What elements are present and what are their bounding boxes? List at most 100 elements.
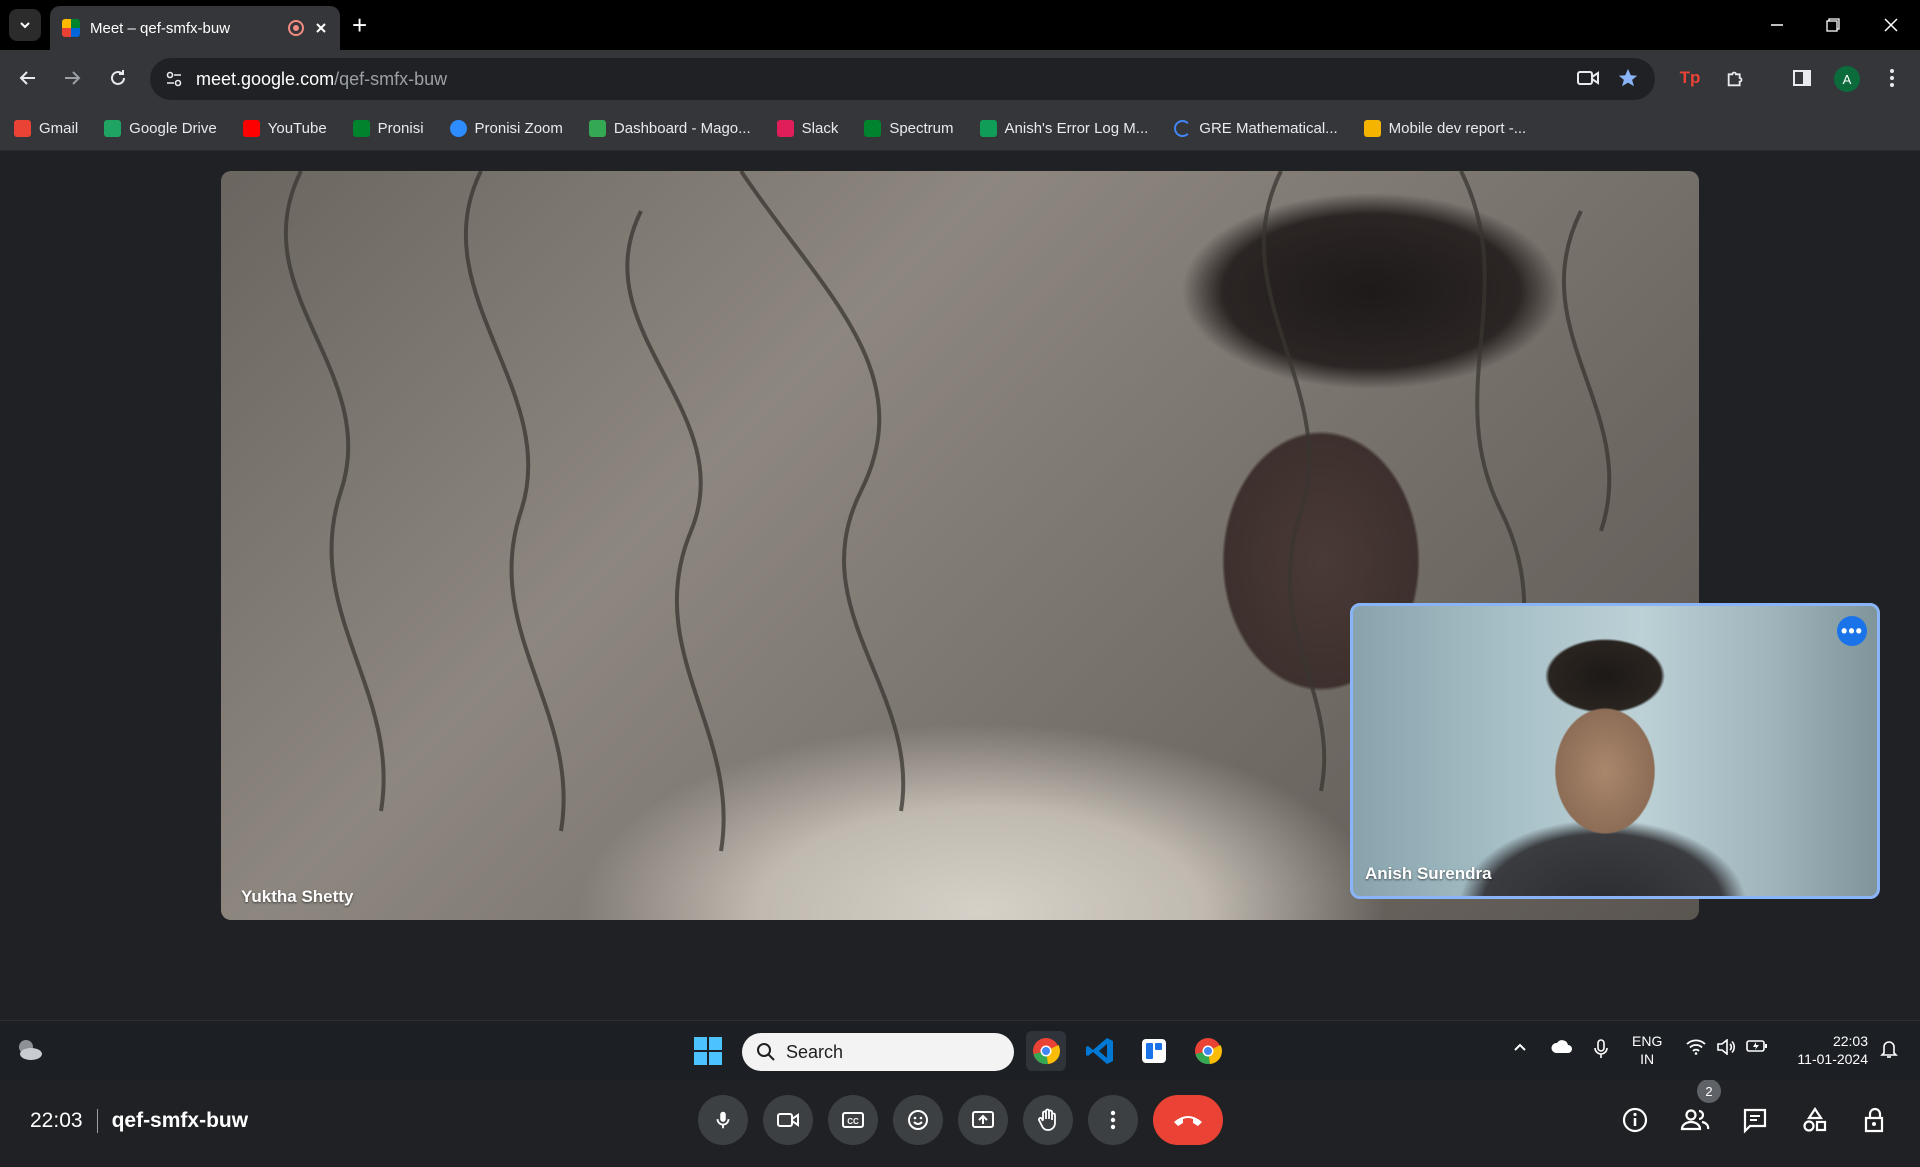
extension-tp-button[interactable]: Tp xyxy=(1676,64,1704,92)
meet-favicon-icon xyxy=(62,19,80,37)
taskbar-search[interactable]: Search xyxy=(742,1033,1014,1071)
weather-widget[interactable] xyxy=(14,1037,44,1063)
bookmark-label: Slack xyxy=(801,120,839,137)
main-participant-name: Yuktha Shetty xyxy=(241,887,354,906)
closed-captions-icon: CC xyxy=(842,1112,864,1128)
chevron-up-icon xyxy=(1514,1043,1526,1051)
reactions-button[interactable] xyxy=(893,1095,943,1145)
reload-icon xyxy=(111,70,125,85)
notifications-button[interactable] xyxy=(1880,1039,1898,1059)
slack-icon xyxy=(776,120,794,137)
bookmark-label: Google Drive xyxy=(129,120,217,137)
tab-title: Meet – qef-smfx-buw xyxy=(90,19,231,37)
input-language[interactable]: ENG IN xyxy=(1632,1032,1662,1068)
google-drive-icon xyxy=(104,120,122,137)
speaker-icon xyxy=(1717,1039,1735,1055)
present-screen-icon xyxy=(972,1111,994,1128)
chrome-icon xyxy=(1195,1038,1222,1065)
bookmark-youtube[interactable]: YouTube xyxy=(242,120,327,137)
close-window-button[interactable] xyxy=(1876,10,1906,40)
present-screen-button[interactable] xyxy=(958,1095,1008,1145)
microphone-icon xyxy=(716,1111,730,1129)
chat-button[interactable] xyxy=(1736,1101,1774,1139)
bookmark-error-log[interactable]: Anish's Error Log M... xyxy=(979,120,1148,137)
raise-hand-button[interactable] xyxy=(1023,1095,1073,1145)
minimize-icon xyxy=(1771,24,1783,26)
bookmark-dashboard[interactable]: Dashboard - Mago... xyxy=(588,120,751,137)
meeting-code: qef-smfx-buw xyxy=(111,1109,249,1132)
microphone-button[interactable] xyxy=(698,1095,748,1145)
host-controls-button[interactable] xyxy=(1856,1101,1894,1139)
tab-search-button[interactable] xyxy=(9,9,41,41)
meet-icon xyxy=(864,120,882,137)
vscode-icon xyxy=(1086,1038,1113,1064)
activities-button[interactable] xyxy=(1796,1101,1834,1139)
more-options-button[interactable] xyxy=(1088,1095,1138,1145)
leave-call-button[interactable] xyxy=(1153,1095,1223,1145)
bookmark-slack[interactable]: Slack xyxy=(776,120,839,137)
volume-button[interactable] xyxy=(1716,1039,1736,1055)
video-camera-icon xyxy=(1577,71,1599,85)
taskbar-vscode[interactable] xyxy=(1080,1031,1120,1071)
bookmark-label: Gmail xyxy=(39,120,79,137)
arrow-left-icon xyxy=(19,71,35,85)
bookmark-google-drive[interactable]: Google Drive xyxy=(104,120,217,137)
bookmark-spectrum[interactable]: Spectrum xyxy=(864,120,954,137)
taskbar-chrome-active[interactable] xyxy=(1026,1031,1066,1071)
dashboard-icon xyxy=(588,120,606,137)
hand-icon xyxy=(1038,1108,1056,1131)
slides-icon xyxy=(1363,120,1381,137)
active-tab[interactable]: Meet – qef-smfx-buw xyxy=(50,6,340,50)
close-tab-icon[interactable] xyxy=(314,21,328,35)
side-panel-button[interactable] xyxy=(1788,64,1816,92)
address-bar[interactable]: meet.google.com/qef-smfx-buw xyxy=(150,58,1655,100)
forward-button[interactable] xyxy=(58,64,86,92)
start-button[interactable] xyxy=(688,1031,728,1071)
meeting-time: 22:03 xyxy=(30,1109,83,1132)
back-button[interactable] xyxy=(14,64,42,92)
chrome-menu-button[interactable] xyxy=(1878,64,1906,92)
bookmark-mobile-dev-report[interactable]: Mobile dev report -... xyxy=(1363,120,1526,137)
site-info-icon[interactable] xyxy=(164,69,184,89)
kebab-menu-icon xyxy=(1890,69,1894,87)
self-view-tile[interactable]: ••• Anish Surendra xyxy=(1350,603,1880,899)
bookmark-pronisi[interactable]: Pronisi xyxy=(352,120,424,137)
clock[interactable]: 22:03 11-01-2024 xyxy=(1784,1032,1868,1068)
self-participant-name: Anish Surendra xyxy=(1365,864,1492,883)
battery-button[interactable] xyxy=(1746,1039,1768,1053)
network-button[interactable] xyxy=(1686,1039,1706,1055)
camera-button[interactable] xyxy=(763,1095,813,1145)
captions-button[interactable]: CC xyxy=(828,1095,878,1145)
close-icon xyxy=(1884,18,1898,32)
bookmark-gmail[interactable]: Gmail xyxy=(14,120,78,137)
app-tiles-icon xyxy=(1142,1039,1166,1063)
video-camera-icon xyxy=(777,1113,799,1127)
extensions-button[interactable] xyxy=(1722,64,1750,92)
show-hidden-icons-button[interactable] xyxy=(1512,1039,1528,1055)
sheets-icon xyxy=(979,120,997,137)
tile-more-options-button[interactable]: ••• xyxy=(1837,616,1867,646)
windows-logo-icon xyxy=(694,1037,722,1065)
side-panel-icon xyxy=(1793,70,1811,86)
url-host: meet.google.com xyxy=(196,68,335,89)
minimize-button[interactable] xyxy=(1762,10,1792,40)
meeting-details-button[interactable] xyxy=(1616,1101,1654,1139)
microphone-tray-button[interactable] xyxy=(1592,1039,1610,1059)
bookmark-gre[interactable]: GRE Mathematical... xyxy=(1174,120,1338,137)
camera-in-use-button[interactable] xyxy=(1574,64,1602,92)
taskbar-app-tiles[interactable] xyxy=(1134,1031,1174,1071)
bookmark-star-button[interactable] xyxy=(1614,64,1642,92)
youtube-icon xyxy=(242,120,260,137)
taskbar-chrome-profile[interactable] xyxy=(1188,1031,1228,1071)
chevron-down-icon xyxy=(20,22,30,29)
restore-button[interactable] xyxy=(1818,10,1848,40)
emoji-icon xyxy=(908,1110,928,1130)
lock-person-icon xyxy=(1864,1107,1884,1133)
bookmark-pronisi-zoom[interactable]: Pronisi Zoom xyxy=(449,120,563,137)
region-code: IN xyxy=(1640,1051,1655,1067)
profile-avatar[interactable]: A xyxy=(1834,66,1860,92)
onedrive-button[interactable] xyxy=(1550,1039,1574,1055)
people-button[interactable] xyxy=(1676,1101,1714,1139)
new-tab-button[interactable]: + xyxy=(352,12,367,38)
reload-button[interactable] xyxy=(104,64,132,92)
